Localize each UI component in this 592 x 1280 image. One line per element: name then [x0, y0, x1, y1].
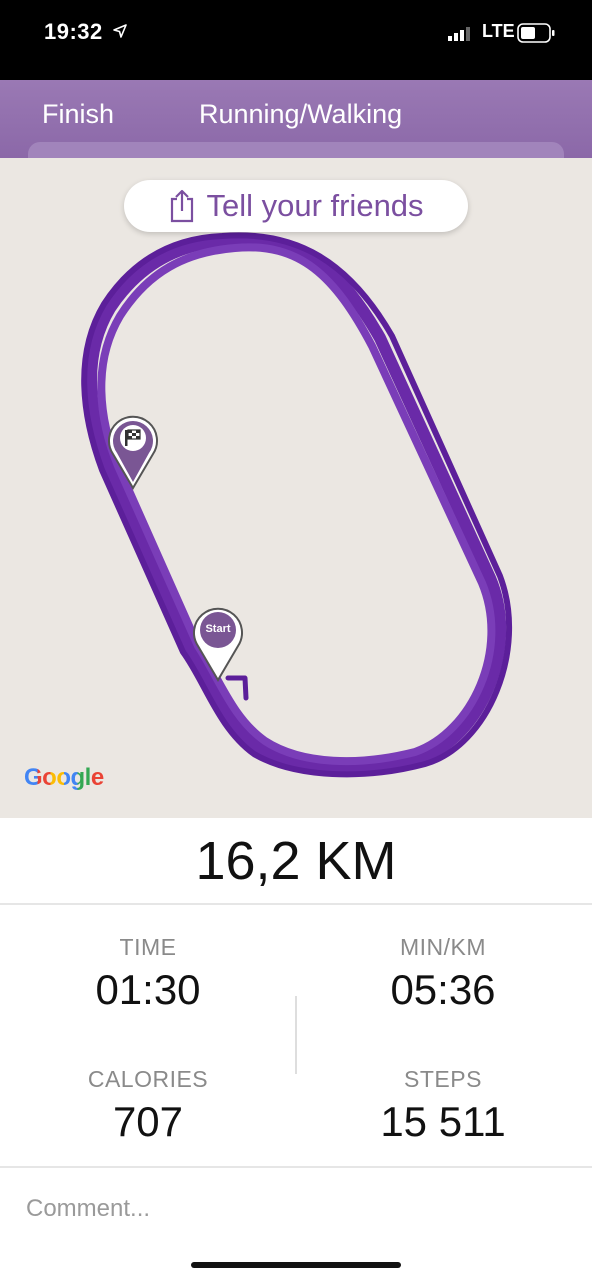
distance-value: 16,2 KM: [195, 831, 397, 891]
divider: [0, 903, 592, 905]
google-attribution: Google: [24, 764, 104, 792]
status-time: 19:32: [44, 19, 103, 44]
header-bar: Finish Running/Walking: [0, 80, 592, 162]
battery-icon: [517, 23, 555, 48]
calories-value: 707: [112, 1098, 184, 1145]
divider: [0, 1166, 592, 1168]
stats-divider: [295, 996, 297, 1074]
finish-flag-icon[interactable]: [105, 410, 161, 490]
finish-button[interactable]: Finish: [42, 99, 114, 130]
time-value: 01:30: [95, 966, 201, 1013]
time-label: TIME: [119, 934, 177, 960]
calories-label: CALORIES: [87, 1066, 209, 1092]
network-type: LTE: [482, 21, 515, 41]
route-map[interactable]: Tell your friends Start Google: [0, 158, 592, 818]
steps-label: STEPS: [404, 1066, 482, 1092]
location-arrow-icon: [113, 24, 127, 43]
start-marker[interactable]: Start: [190, 602, 246, 682]
steps-value: 15 511: [380, 1098, 506, 1145]
route-path: [81, 232, 512, 778]
pace-label: MIN/KM: [399, 934, 487, 960]
signal-icon: [448, 27, 474, 46]
pace-value: 05:36: [390, 966, 496, 1013]
comment-field[interactable]: Comment...: [26, 1195, 150, 1223]
tell-your-friends-button[interactable]: Tell your friends: [124, 180, 468, 232]
home-indicator[interactable]: [191, 1262, 401, 1268]
google-attribution-text: Google: [24, 764, 104, 791]
page-title: Running/Walking: [199, 99, 403, 129]
tell-your-friends-label: Tell your friends: [206, 188, 424, 223]
start-marker-icon: [193, 607, 243, 682]
status-bar: 19:32 LTE: [0, 0, 592, 80]
start-marker-label: Start: [205, 623, 231, 635]
share-icon: [171, 189, 194, 223]
